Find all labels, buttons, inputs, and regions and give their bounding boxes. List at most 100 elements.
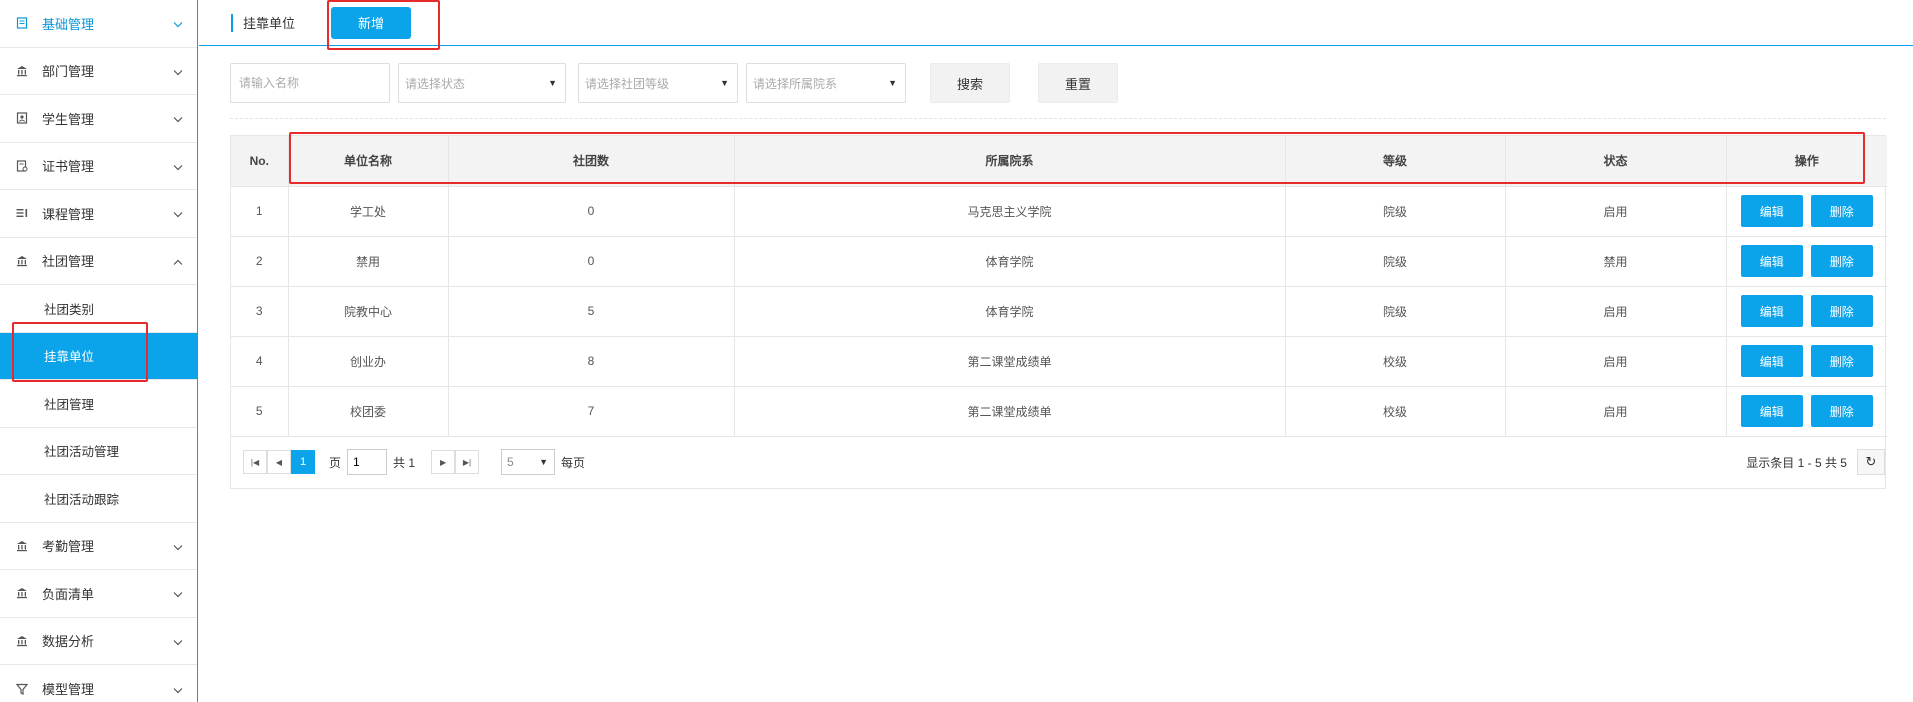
page-header: 挂靠单位 新增 xyxy=(199,0,1913,46)
sidebar-subitem-club-activity[interactable]: 社团活动管理 xyxy=(0,428,197,475)
delete-button[interactable]: 删除 xyxy=(1810,395,1873,427)
reset-button[interactable]: 重置 xyxy=(1038,63,1118,103)
sidebar-item-model[interactable]: 模型管理 xyxy=(0,665,197,702)
edit-button[interactable]: 编辑 xyxy=(1740,345,1803,377)
sidebar-subitem-club-category[interactable]: 社团类别 xyxy=(0,285,197,333)
cell-club-count: 0 xyxy=(448,186,735,237)
table-row: 3 院教中心 5 体育学院 院级 启用 编辑 删除 xyxy=(231,286,1887,337)
data-table: No. 单位名称 社团数 所属院系 等级 状态 操作 1 学工处 0 马克思主义… xyxy=(231,136,1887,437)
caret-down-icon: ▼ xyxy=(548,78,557,88)
sidebar-subitem-label: 社团类别 xyxy=(44,302,95,317)
add-button[interactable]: 新增 xyxy=(331,6,412,39)
chevron-down-icon xyxy=(173,586,183,601)
cell-no: 4 xyxy=(231,336,289,387)
sidebar-subitem-club-management[interactable]: 社团管理 xyxy=(0,380,197,428)
table-row: 4 创业办 8 第二课堂成绩单 校级 启用 编辑 删除 xyxy=(231,336,1887,387)
last-page-icon[interactable]: ▶| xyxy=(455,450,480,474)
cell-name: 校团委 xyxy=(288,386,449,437)
breadcrumb: 挂靠单位 xyxy=(243,16,296,31)
club-level-select[interactable]: 请选择社团等级 ▼ xyxy=(578,63,738,103)
sidebar-subitem-label: 社团活动跟踪 xyxy=(44,492,120,507)
cell-no: 3 xyxy=(231,286,289,337)
cell-status: 启用 xyxy=(1505,386,1727,437)
sidebar-subitem-affiliated-unit[interactable]: 挂靠单位 xyxy=(0,332,197,380)
delete-button[interactable]: 删除 xyxy=(1810,345,1873,377)
cell-name: 禁用 xyxy=(288,236,449,287)
edit-button[interactable]: 编辑 xyxy=(1740,295,1803,327)
column-header-actions: 操作 xyxy=(1726,136,1887,187)
cell-actions: 编辑 删除 xyxy=(1726,286,1887,337)
chevron-down-icon xyxy=(173,16,183,31)
first-page-icon[interactable]: |◀ xyxy=(243,450,267,474)
chevron-down-icon xyxy=(173,63,183,78)
sidebar-subitem-activity-tracking[interactable]: 社团活动跟踪 xyxy=(0,475,197,523)
prev-page-icon[interactable]: ◀ xyxy=(267,450,291,474)
column-header-club-count[interactable]: 社团数 xyxy=(448,136,735,187)
cell-college: 体育学院 xyxy=(734,236,1286,287)
sidebar-item-department[interactable]: 部门管理 xyxy=(0,48,197,95)
divider xyxy=(230,118,1886,119)
cell-level: 院级 xyxy=(1285,186,1506,237)
delete-button[interactable]: 删除 xyxy=(1810,295,1873,327)
building-icon xyxy=(14,585,30,601)
cell-level: 院级 xyxy=(1285,286,1506,337)
sidebar-item-negative-list[interactable]: 负面清单 xyxy=(0,570,197,618)
caret-down-icon: ▼ xyxy=(539,457,549,467)
total-pages-label: 共 1 xyxy=(393,455,416,470)
chevron-down-icon xyxy=(173,111,183,126)
column-header-name[interactable]: 单位名称 xyxy=(288,136,449,187)
sidebar-item-club[interactable]: 社团管理 xyxy=(0,238,197,285)
sidebar-item-course[interactable]: 课程管理 xyxy=(0,190,197,238)
chevron-up-icon xyxy=(173,253,183,268)
name-search-input[interactable] xyxy=(230,63,390,103)
cell-club-count: 5 xyxy=(448,286,735,337)
cell-level: 校级 xyxy=(1285,336,1506,387)
college-select[interactable]: 请选择所属院系 ▼ xyxy=(746,63,906,103)
cell-name: 创业办 xyxy=(288,336,449,387)
chevron-down-icon xyxy=(173,633,183,648)
chevron-down-icon xyxy=(173,681,183,696)
search-button[interactable]: 搜索 xyxy=(930,63,1010,103)
building-icon xyxy=(14,253,30,269)
cell-college: 第二课堂成绩单 xyxy=(734,386,1286,437)
sidebar-item-student[interactable]: 学生管理 xyxy=(0,95,197,143)
list-icon xyxy=(14,205,30,221)
column-header-status[interactable]: 状态 xyxy=(1505,136,1727,187)
cell-status: 禁用 xyxy=(1505,236,1727,287)
cell-name: 学工处 xyxy=(288,186,449,237)
sidebar-item-certificate[interactable]: 证书管理 xyxy=(0,143,197,190)
column-header-no[interactable]: No. xyxy=(231,136,289,187)
refresh-icon[interactable]: ↻ xyxy=(1857,449,1885,475)
cell-actions: 编辑 删除 xyxy=(1726,186,1887,237)
table-row: 1 学工处 0 马克思主义学院 院级 启用 编辑 删除 xyxy=(231,186,1887,237)
edit-button[interactable]: 编辑 xyxy=(1740,395,1803,427)
current-page-button[interactable]: 1 xyxy=(291,450,315,474)
table-header-row: No. 单位名称 社团数 所属院系 等级 状态 操作 xyxy=(231,136,1887,187)
sidebar-item-data-analysis[interactable]: 数据分析 xyxy=(0,618,197,665)
column-header-college[interactable]: 所属院系 xyxy=(734,136,1286,187)
cell-club-count: 8 xyxy=(448,336,735,387)
cell-status: 启用 xyxy=(1505,286,1727,337)
funnel-icon xyxy=(14,681,30,697)
sidebar-item-basic[interactable]: 基础管理 xyxy=(0,0,197,48)
cell-no: 1 xyxy=(231,186,289,237)
sidebar: 基础管理 部门管理 学生管理 证书管理 课程管理 社团管理 社团类别 挂靠单位 … xyxy=(0,0,198,702)
delete-button[interactable]: 删除 xyxy=(1810,245,1873,277)
cell-level: 院级 xyxy=(1285,236,1506,287)
edit-button[interactable]: 编辑 xyxy=(1740,195,1803,227)
status-select[interactable]: 请选择状态 ▼ xyxy=(398,63,566,103)
chevron-down-icon xyxy=(173,158,183,173)
building-icon xyxy=(14,538,30,554)
chevron-down-icon xyxy=(173,538,183,553)
page-nav-next: ▶ ▶| xyxy=(431,450,480,474)
next-page-icon[interactable]: ▶ xyxy=(431,450,456,474)
column-header-level[interactable]: 等级 xyxy=(1285,136,1506,187)
building-icon xyxy=(14,633,30,649)
cell-no: 2 xyxy=(231,236,289,287)
page-size-select[interactable]: 5 ▼ xyxy=(501,449,556,475)
delete-button[interactable]: 删除 xyxy=(1810,195,1873,227)
sidebar-subitem-label: 社团管理 xyxy=(44,397,95,412)
edit-button[interactable]: 编辑 xyxy=(1740,245,1803,277)
sidebar-item-attendance[interactable]: 考勤管理 xyxy=(0,523,197,570)
page-number-input[interactable] xyxy=(347,449,388,475)
